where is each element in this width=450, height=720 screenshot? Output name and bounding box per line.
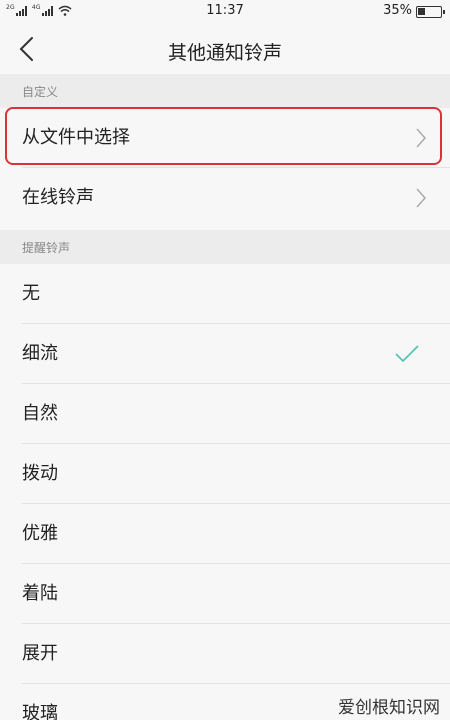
ringtone-item-stream[interactable]: 细流 xyxy=(0,324,450,384)
battery-icon xyxy=(416,6,445,18)
list-item-label: 自然 xyxy=(22,403,58,424)
page-title: 其他通知铃声 xyxy=(167,42,282,64)
list-item-label: 无 xyxy=(22,283,40,304)
app-header: 其他通知铃声 xyxy=(0,24,450,74)
highlight-annotation xyxy=(5,107,442,165)
section-header-custom: 自定义 xyxy=(0,74,450,108)
list-item-label: 着陆 xyxy=(22,583,58,604)
ringtone-item-elegant[interactable]: 优雅 xyxy=(0,504,450,564)
ringtone-item-nature[interactable]: 自然 xyxy=(0,384,450,444)
battery-level xyxy=(418,8,425,15)
chevron-right-icon xyxy=(416,188,427,208)
list-item-label: 优雅 xyxy=(22,523,58,544)
online-ringtones-item[interactable]: 在线铃声 xyxy=(0,168,450,228)
section-header-reminder: 提醒铃声 xyxy=(0,230,450,264)
status-bar: 2G 4G 11:37 35% xyxy=(0,0,450,24)
ringtone-item-landing[interactable]: 着陆 xyxy=(0,564,450,624)
list-item-label: 拨动 xyxy=(22,463,58,484)
ringtone-item-none[interactable]: 无 xyxy=(0,264,450,324)
watermark-text: 爱创根知识网 xyxy=(338,698,440,718)
list-item-label: 在线铃声 xyxy=(22,187,94,208)
ringtone-item-unfold[interactable]: 展开 xyxy=(0,624,450,684)
list-item-label: 细流 xyxy=(22,343,58,364)
list-item-label: 展开 xyxy=(22,643,58,664)
checkmark-icon xyxy=(395,345,419,363)
ringtone-item-pluck[interactable]: 拨动 xyxy=(0,444,450,504)
list-item-label: 玻璃 xyxy=(22,703,58,720)
battery-percentage: 35% xyxy=(383,3,412,18)
